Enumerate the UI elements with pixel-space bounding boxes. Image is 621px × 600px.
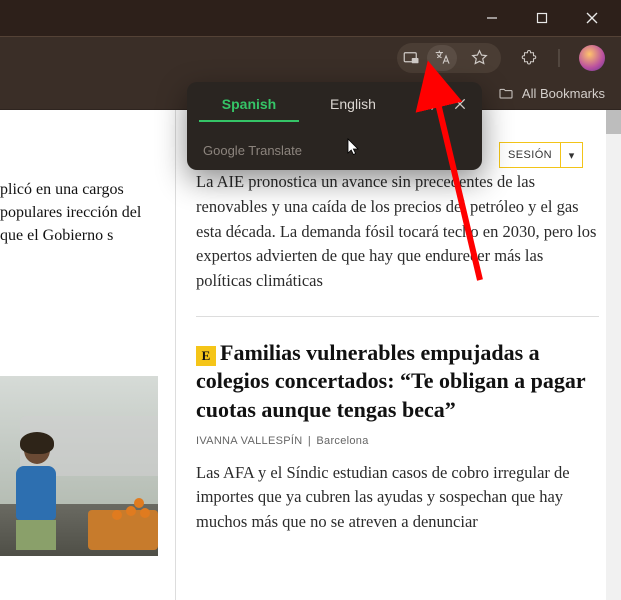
bookmark-star-button[interactable] — [463, 45, 495, 71]
all-bookmarks-button[interactable]: All Bookmarks — [498, 86, 605, 102]
vertical-scrollbar[interactable] — [606, 110, 621, 600]
article-2-byline: IVANNA VALLESPÍN | Barcelona — [196, 435, 599, 447]
translate-menu-button[interactable] — [420, 92, 444, 116]
translate-close-button[interactable] — [448, 92, 472, 116]
translate-brand: Google Translate — [203, 143, 302, 158]
window-maximize-button[interactable] — [519, 0, 565, 36]
screen-pip-button[interactable] — [401, 48, 421, 68]
translate-button[interactable] — [427, 45, 457, 71]
right-column: La AIE pronostica un avance sin preceden… — [176, 110, 621, 600]
close-icon — [586, 12, 598, 24]
article-thumbnail[interactable] — [0, 376, 158, 556]
toolbar-divider — [557, 48, 561, 68]
mouse-cursor-icon — [347, 138, 361, 156]
browser-toolbar — [0, 36, 621, 78]
article-2[interactable]: EFamilias vulnerables empujadas a colegi… — [196, 339, 599, 535]
premium-badge: E — [196, 346, 216, 366]
screen-pip-icon — [402, 49, 420, 67]
article-divider — [196, 316, 599, 317]
folder-icon — [498, 86, 514, 102]
minimize-icon — [486, 12, 498, 24]
session-dropdown[interactable]: ▾ — [560, 143, 582, 167]
left-snippet-text: plicó en una cargos populares irección d… — [0, 178, 165, 248]
session-label: SESIÓN — [500, 149, 560, 161]
article-2-headline-text: Familias vulnerables empujadas a colegio… — [196, 340, 585, 422]
maximize-icon — [536, 12, 548, 24]
byline-author: IVANNA VALLESPÍN — [196, 435, 303, 447]
all-bookmarks-label: All Bookmarks — [522, 86, 605, 101]
byline-sep: | — [308, 435, 311, 447]
article-2-headline[interactable]: EFamilias vulnerables empujadas a colegi… — [196, 339, 599, 425]
translate-tab-english[interactable]: English — [301, 82, 405, 126]
scrollbar-thumb[interactable] — [606, 110, 621, 134]
article-1: La AIE pronostica un avance sin preceden… — [196, 170, 599, 294]
close-icon — [452, 96, 468, 112]
address-actions-pill — [397, 43, 501, 73]
translate-tab-spanish[interactable]: Spanish — [197, 82, 301, 126]
profile-avatar-button[interactable] — [579, 45, 605, 71]
puzzle-icon — [520, 49, 538, 67]
translate-popup: Spanish English Google Translate — [187, 82, 482, 170]
article-1-body: La AIE pronostica un avance sin preceden… — [196, 170, 599, 294]
byline-location: Barcelona — [316, 435, 368, 447]
article-2-body: Las AFA y el Síndic estudian casos de co… — [196, 461, 599, 535]
window-close-button[interactable] — [569, 0, 615, 36]
window-titlebar — [0, 0, 621, 36]
extensions-button[interactable] — [519, 48, 539, 68]
star-icon — [470, 48, 489, 67]
session-button[interactable]: SESIÓN ▾ — [499, 142, 583, 168]
translate-icon — [434, 49, 451, 66]
kebab-icon — [424, 96, 440, 112]
window-minimize-button[interactable] — [469, 0, 515, 36]
caret-down-icon: ▾ — [569, 149, 575, 162]
